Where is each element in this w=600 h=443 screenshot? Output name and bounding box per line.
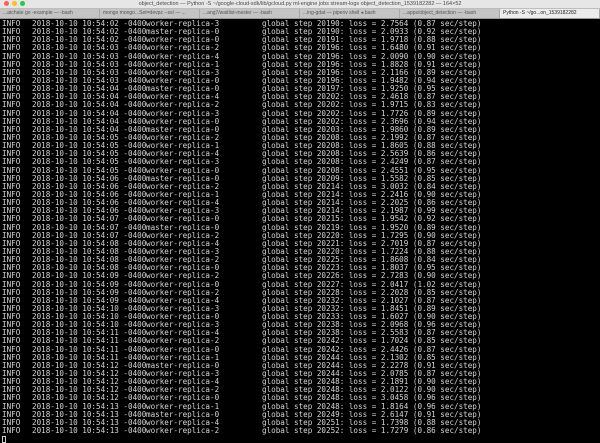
tab-bar: ...atchate go -example — -bash mongo mong… xyxy=(0,9,600,19)
close-window-button[interactable] xyxy=(4,1,9,6)
terminal-output[interactable]: INFO 2018-10-10 10:54:02 -0400 worker-repl… xyxy=(0,19,600,443)
tab-3[interactable]: ...ing-gdat — pipenv shell ◂ bash xyxy=(300,9,400,18)
log-level: INFO xyxy=(2,426,21,436)
tab-5[interactable]: Python -S ~/go...on_1539182282 xyxy=(500,9,600,18)
zoom-window-button[interactable] xyxy=(20,1,25,6)
window-controls xyxy=(0,1,25,6)
log-line: INFO 2018-10-10 10:54:13 -0400 worker-repl… xyxy=(2,426,598,436)
minimize-window-button[interactable] xyxy=(12,1,17,6)
tab-4[interactable]: ...apps/object_detection — -bash xyxy=(400,9,500,18)
window-title: object_detection — Python -S ~/google-cl… xyxy=(138,1,462,7)
tab-1[interactable]: mongo mongo...Set=devpz --ssl — ... xyxy=(100,9,200,18)
text-cursor xyxy=(2,435,6,443)
title-bar: object_detection — Python -S ~/google-cl… xyxy=(0,0,600,9)
terminal-window: object_detection — Python -S ~/google-cl… xyxy=(0,0,600,443)
tab-0[interactable]: ...atchate go -example — -bash xyxy=(0,9,100,18)
prompt-line[interactable] xyxy=(2,435,598,443)
tab-2[interactable]: ...ang7/waitlist-mester — -bash xyxy=(200,9,300,18)
log-replica: worker-replica-2 xyxy=(146,426,220,436)
log-message: global step 20252: loss = 1.7279 (0.86 s… xyxy=(262,426,482,436)
log-timestamp: 2018-10-10 10:54:13 -0400 xyxy=(32,426,147,436)
